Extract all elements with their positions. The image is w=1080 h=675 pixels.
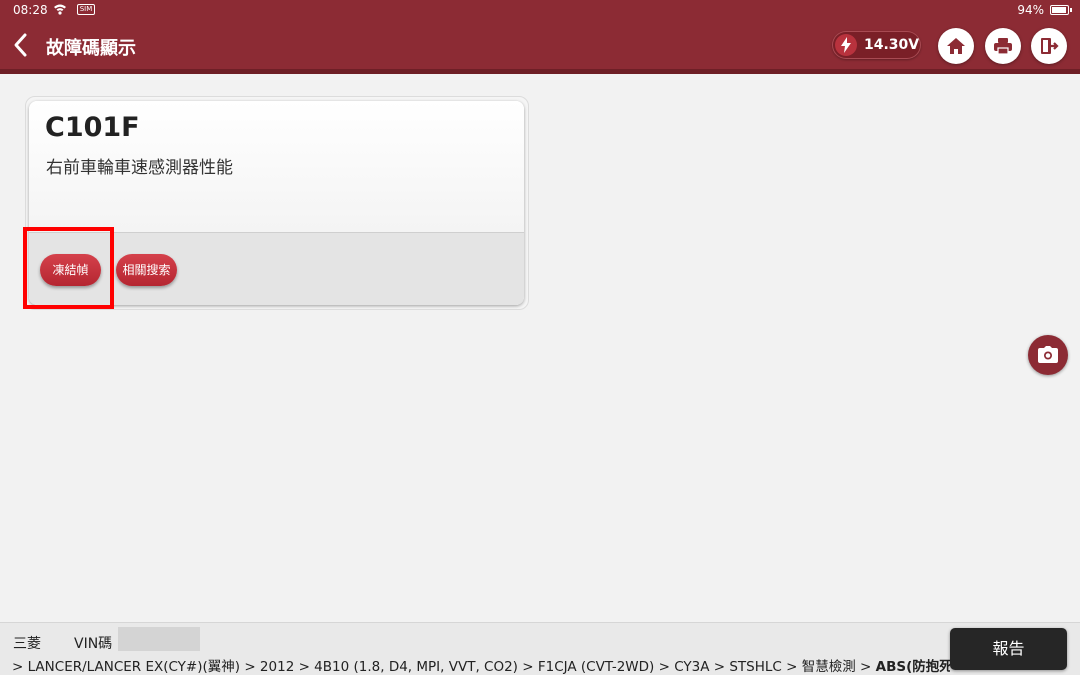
dtc-code: C101F: [45, 112, 140, 143]
exit-icon: [1041, 38, 1059, 54]
exit-button[interactable]: [1031, 28, 1067, 64]
home-icon: [947, 38, 965, 54]
battery-percent: 94%: [1017, 3, 1044, 17]
status-time: 08:28: [13, 3, 48, 17]
vehicle-path: > LANCER/LANCER EX(CY#)(翼神) > 2012 > 4B1…: [12, 655, 950, 675]
vin-label: VIN碼: [74, 636, 113, 652]
dtc-description: 右前車輪車速感測器性能: [46, 158, 233, 178]
voltage-value: 14.30V: [864, 37, 920, 53]
back-icon[interactable]: [10, 31, 32, 59]
wifi-icon: [54, 4, 66, 15]
footer: 三菱 VIN碼 > LANCER/LANCER EX(CY#)(翼神) > 20…: [0, 622, 1080, 675]
vehicle-path-text: > LANCER/LANCER EX(CY#)(翼神) > 2012 > 4B1…: [12, 659, 872, 675]
print-icon: [994, 38, 1012, 55]
print-button[interactable]: [985, 28, 1021, 64]
screenshot-button[interactable]: [1028, 335, 1068, 375]
title-bar: 故障碼顯示 14.30V: [0, 22, 1080, 74]
dtc-card-actions: [29, 233, 524, 305]
voltage-indicator: 14.30V: [832, 31, 921, 59]
dtc-card-body: C101F 右前車輪車速感測器性能: [29, 101, 524, 233]
battery-icon: [1050, 5, 1072, 15]
page-title: 故障碼顯示: [46, 38, 136, 59]
vin-value: [118, 627, 200, 651]
report-button[interactable]: 報告: [950, 628, 1067, 670]
freeze-frame-button[interactable]: 凍結幀: [40, 254, 101, 286]
vehicle-path-current: ABS(防抱死: [875, 659, 950, 675]
sim-icon: SIM: [77, 4, 95, 15]
related-search-button[interactable]: 相關搜索: [116, 254, 177, 286]
home-button[interactable]: [938, 28, 974, 64]
bolt-icon: [835, 34, 857, 56]
camera-icon: [1038, 346, 1058, 363]
dtc-card: C101F 右前車輪車速感測器性能: [29, 101, 524, 305]
vehicle-make: 三菱: [13, 636, 41, 652]
status-bar: 08:28 SIM 94%: [0, 0, 1080, 22]
